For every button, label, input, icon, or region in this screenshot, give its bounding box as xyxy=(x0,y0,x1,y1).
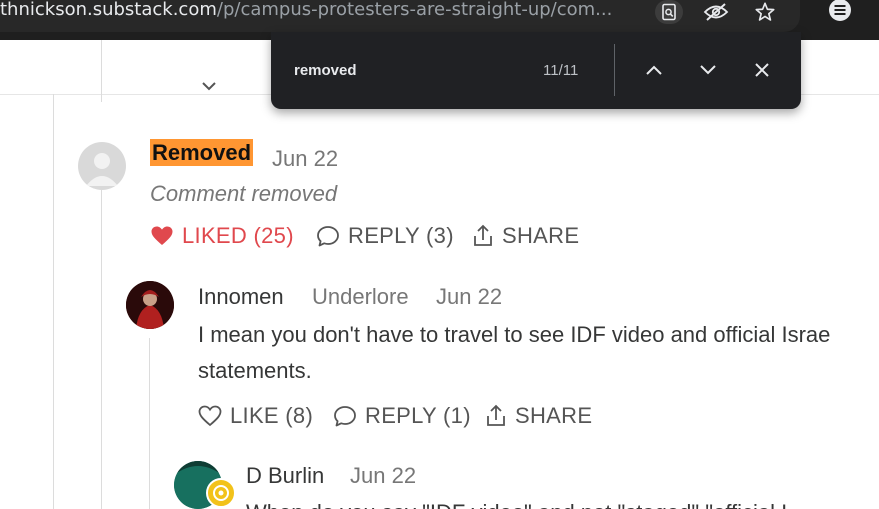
comment-author[interactable]: Innomen xyxy=(198,284,284,310)
comment-date[interactable]: Jun 22 xyxy=(436,284,502,310)
like-label: LIKED (25) xyxy=(182,223,294,248)
author-badge[interactable]: Underlore xyxy=(312,284,409,310)
reply-label: REPLY (3) xyxy=(348,223,454,248)
thread-line-outer xyxy=(53,94,54,509)
find-bar: removed 11/11 xyxy=(271,32,801,109)
avatar-innomen[interactable] xyxy=(126,281,174,329)
find-divider xyxy=(614,44,615,96)
share-button[interactable]: SHARE xyxy=(485,403,592,429)
thread-line-innomen xyxy=(149,338,150,509)
share-icon xyxy=(474,224,492,246)
url-host: thnickson.substack.com xyxy=(0,0,217,20)
find-input[interactable]: removed xyxy=(294,62,357,79)
menu-icon[interactable] xyxy=(826,0,854,24)
share-label: SHARE xyxy=(502,223,580,248)
reply-button[interactable]: REPLY (3) xyxy=(316,223,454,249)
chevron-up-icon xyxy=(646,65,662,75)
previous-comment-actions[interactable] xyxy=(200,80,218,94)
heart-filled-icon xyxy=(151,226,173,245)
close-icon xyxy=(755,63,769,77)
find-close-button[interactable] xyxy=(750,58,774,82)
share-icon xyxy=(487,404,505,426)
find-in-page-icon[interactable] xyxy=(655,0,683,24)
comment-body: Comment removed xyxy=(150,181,338,206)
heart-outline-icon xyxy=(198,405,222,427)
find-next-button[interactable] xyxy=(696,58,720,82)
url-text[interactable]: thnickson.substack.com/p/campus-proteste… xyxy=(0,0,612,22)
comment-body-partial: When do you say "IDF video" and not "sta… xyxy=(246,495,787,509)
user-silhouette-icon xyxy=(86,153,118,186)
comment-author[interactable]: D Burlin xyxy=(246,463,324,489)
comment-bubble-icon xyxy=(317,226,339,247)
like-button[interactable]: LIKE (8) xyxy=(198,403,313,429)
comment-date[interactable]: Jun 22 xyxy=(272,146,338,172)
reply-label: REPLY (1) xyxy=(365,403,471,428)
comment-body-line-2: statements. xyxy=(198,358,312,383)
comment-body-line-1: I mean you don't have to travel to see I… xyxy=(198,322,831,347)
share-label: SHARE xyxy=(515,403,593,428)
avatar-image xyxy=(126,281,174,329)
chevron-down-icon xyxy=(700,65,716,75)
founding-badge-icon xyxy=(206,478,236,508)
comment-author[interactable]: Removed xyxy=(150,139,254,166)
comment-bubble-icon xyxy=(334,406,356,427)
avatar-placeholder[interactable] xyxy=(78,142,126,190)
find-match-highlight: Removed xyxy=(150,139,254,166)
address-bar[interactable]: thnickson.substack.com/p/campus-proteste… xyxy=(0,0,800,32)
eye-off-icon[interactable] xyxy=(702,0,730,24)
share-button[interactable]: SHARE xyxy=(472,223,579,249)
find-previous-button[interactable] xyxy=(642,58,666,82)
comment-date[interactable]: Jun 22 xyxy=(350,463,416,489)
like-label: LIKE (8) xyxy=(230,403,314,428)
star-icon[interactable] xyxy=(751,0,779,24)
url-path: /p/campus-protesters-are-straight-up/com… xyxy=(216,0,613,20)
reply-button[interactable]: REPLY (1) xyxy=(333,403,471,429)
thread-line-prev xyxy=(101,40,102,102)
find-match-count: 11/11 xyxy=(543,62,579,79)
thread-line-removed xyxy=(101,190,102,509)
liked-button[interactable]: LIKED (25) xyxy=(150,223,294,249)
